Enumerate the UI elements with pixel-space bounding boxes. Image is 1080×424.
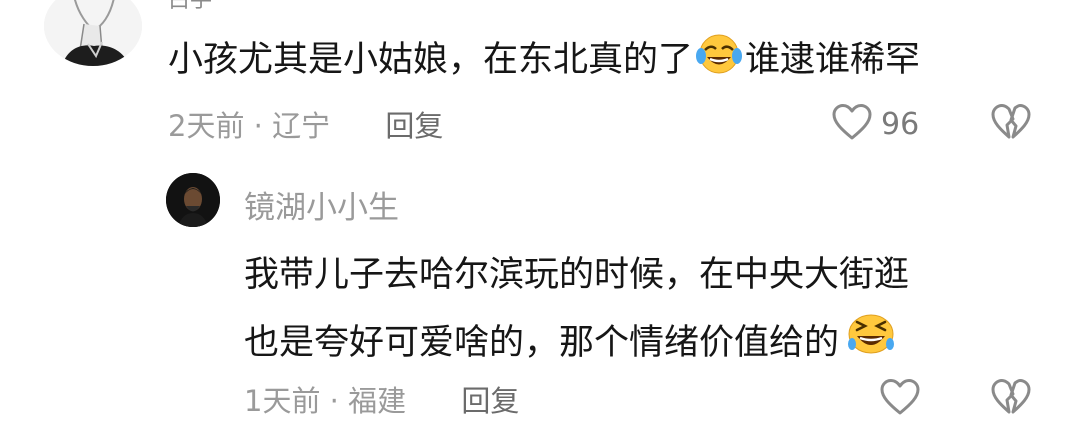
comment-text-part: 小孩尤其是小姑娘，在东北真的了: [168, 40, 694, 80]
comment-text-part: 谁逮谁稀罕: [745, 40, 921, 80]
face-with-tears-of-joy-icon: [693, 32, 745, 90]
like-button[interactable]: [879, 378, 921, 420]
comment-author[interactable]: 白手: [168, 0, 212, 14]
grinning-squinting-sweat-icon: [839, 310, 897, 379]
reply-text-line2-row: 也是夸好可爱啥的，那个情绪价值给的: [244, 309, 1024, 379]
heart-icon: [879, 379, 921, 420]
separator: ·: [244, 109, 273, 143]
comment-time: 2天前: [168, 109, 245, 143]
reply-meta: 1天前 · 福建 回复: [244, 378, 519, 420]
dislike-button[interactable]: [990, 103, 1032, 145]
reply-time: 1天前: [244, 384, 321, 418]
comment-meta: 2天前 · 辽宁 回复: [168, 103, 443, 145]
reply-button[interactable]: 回复: [385, 109, 443, 143]
reply-text-line: 我带儿子去哈尔滨玩的时候，在中央大街逛: [244, 255, 910, 295]
reply-location: 福建: [348, 384, 407, 418]
reply-button[interactable]: 回复: [461, 384, 519, 418]
reply-text: 我带儿子去哈尔滨玩的时候，在中央大街逛 也是夸好可爱啥的，那个情绪价值给的: [244, 241, 1024, 379]
comment-text: 小孩尤其是小姑娘，在东北真的了 谁逮谁稀罕: [168, 32, 920, 90]
comment-location: 辽宁: [272, 109, 331, 143]
heart-icon: [831, 103, 873, 145]
avatar[interactable]: [44, 0, 142, 66]
reply-text-line: 也是夸好可爱啥的，那个情绪价值给的: [244, 323, 840, 363]
separator: ·: [320, 384, 349, 418]
like-button[interactable]: 96: [831, 103, 919, 145]
broken-heart-icon: [990, 379, 1032, 420]
like-count: 96: [881, 106, 920, 142]
dislike-button[interactable]: [990, 378, 1032, 420]
avatar[interactable]: [166, 173, 220, 227]
reply-author[interactable]: 镜湖小小生: [244, 182, 399, 227]
broken-heart-icon: [990, 104, 1032, 145]
